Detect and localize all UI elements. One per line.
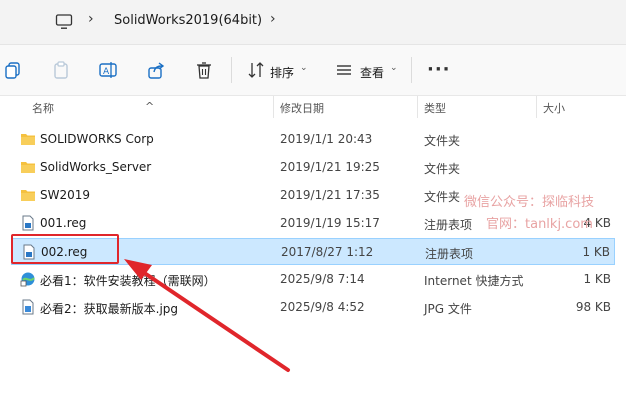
annotation-arrow-icon bbox=[124, 259, 290, 372]
